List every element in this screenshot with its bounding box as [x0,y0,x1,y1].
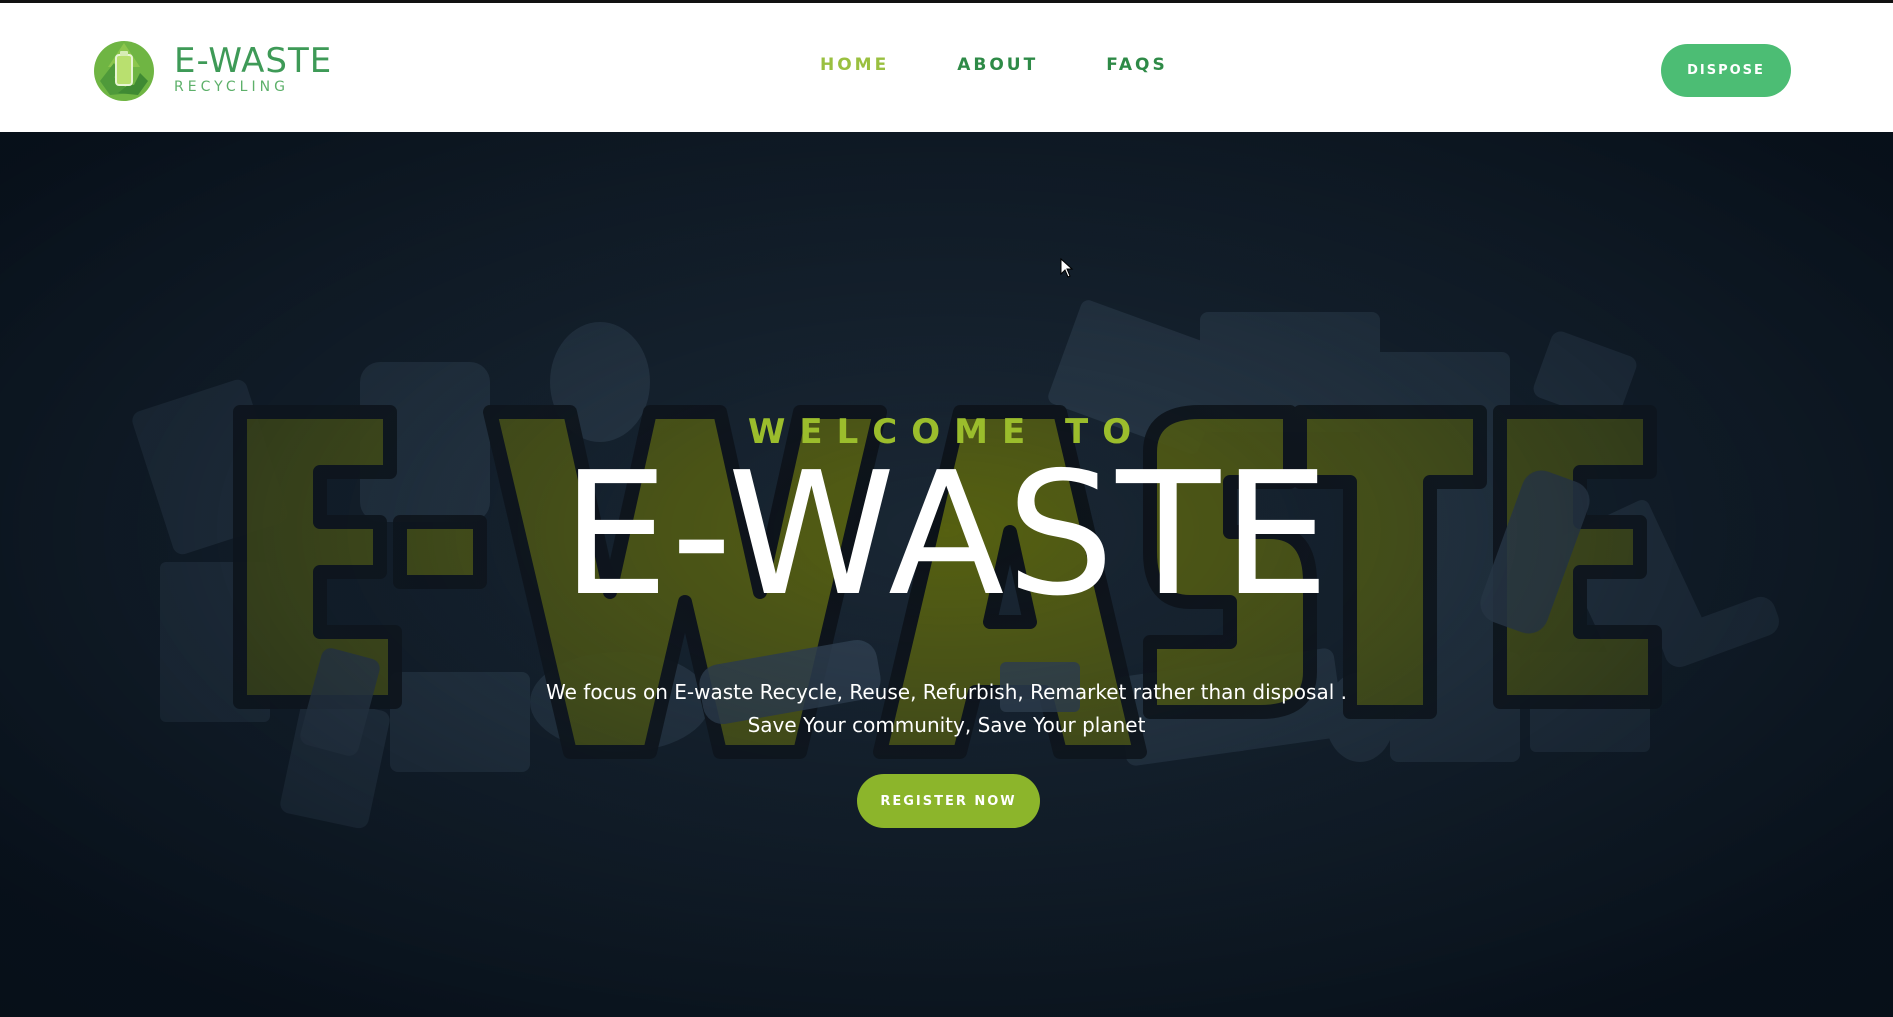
brand-title: E-WASTE [174,41,333,81]
main-nav: HOME ABOUT FAQS [820,55,1168,85]
hero-tagline: We focus on E-waste Recycle, Reuse, Refu… [0,676,1893,742]
hero-title: E-WASTE [561,436,1332,634]
brand-logo[interactable]: E-WASTE RECYCLING [88,33,368,105]
site-header: E-WASTE RECYCLING HOME ABOUT FAQS DISPOS… [0,3,1893,132]
nav-home[interactable]: HOME [820,55,889,85]
hero-section: WELCOME TO E-WASTE We focus on E-waste R… [0,132,1893,1017]
dispose-button[interactable]: DISPOSE [1661,44,1791,97]
tagline-line-2: Save Your community, Save Your planet [747,713,1146,737]
mouse-cursor-icon [1060,258,1074,278]
recycle-logo-icon [94,41,154,101]
register-now-button[interactable]: REGISTER NOW [857,774,1040,828]
nav-faqs[interactable]: FAQS [1106,55,1168,85]
nav-about[interactable]: ABOUT [957,55,1038,85]
tagline-line-1: We focus on E-waste Recycle, Reuse, Refu… [546,680,1347,704]
brand-subtitle: RECYCLING [174,79,289,95]
